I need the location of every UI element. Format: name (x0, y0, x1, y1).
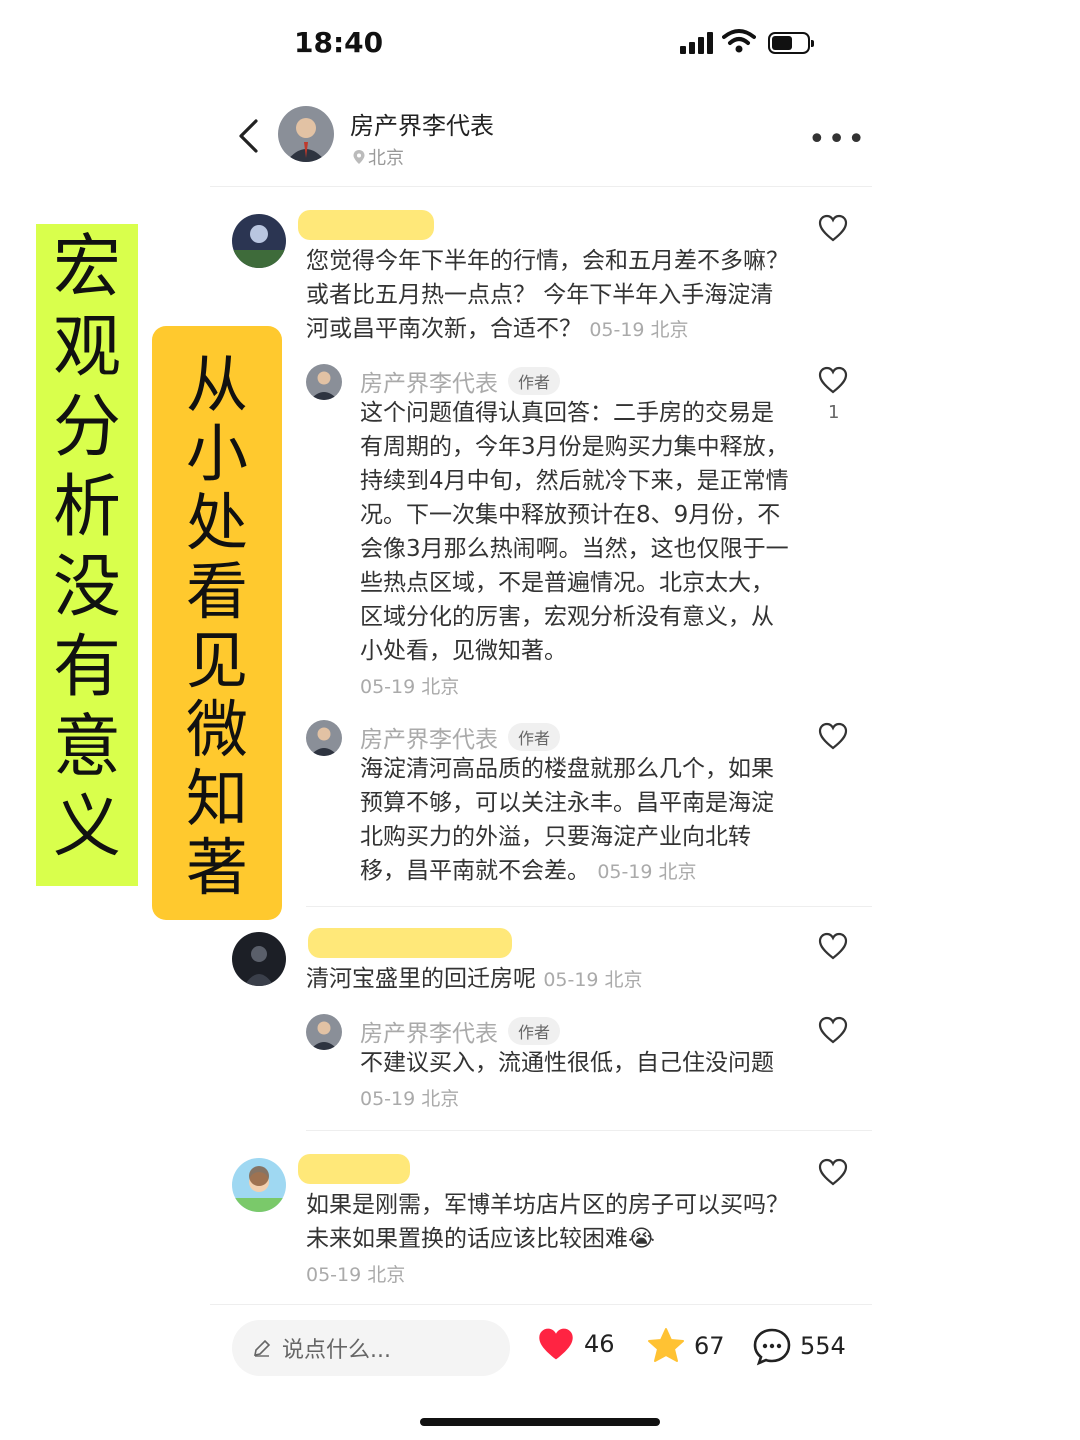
wifi-icon (722, 29, 756, 53)
reply-meta: 05-19 北京 (360, 1088, 460, 1110)
overlay-banner-orange: 从小处看见微知著 (152, 326, 282, 920)
banner-char: 意 (52, 708, 121, 787)
banner-char: 微 (185, 693, 248, 766)
pencil-icon (253, 1339, 271, 1357)
crying-emoji: 😭 (628, 1226, 655, 1252)
heart-filled-icon (539, 1328, 573, 1360)
reply-author-name[interactable]: 房产界李代表 (360, 1014, 498, 1048)
like-heart-icon[interactable] (818, 1016, 848, 1044)
chat-bubble-icon (753, 1328, 791, 1366)
divider (210, 1304, 872, 1305)
commenter-avatar[interactable] (232, 1158, 286, 1212)
reply-meta: 05-19 北京 (360, 676, 460, 698)
redacted-username (308, 928, 512, 958)
comment-text: 清河宝盛里的回迁房呢 05-19 北京 (306, 966, 643, 992)
battery-icon (768, 32, 814, 54)
like-heart-icon[interactable] (818, 722, 848, 750)
reply-author: 房产界李代表 作者 (360, 1014, 561, 1048)
comment-input[interactable]: 说点什么... (232, 1320, 510, 1376)
reply-author-avatar[interactable] (306, 1014, 342, 1050)
banner-char: 有 (52, 628, 121, 707)
divider (210, 186, 872, 187)
banner-char: 从 (185, 348, 248, 421)
favorite-button[interactable]: 67 (646, 1326, 725, 1366)
author-tag: 作者 (508, 367, 561, 395)
banner-char: 宏 (52, 228, 121, 307)
like-button[interactable]: 46 (536, 1326, 615, 1362)
favorite-count: 67 (694, 1332, 725, 1360)
home-indicator[interactable] (420, 1418, 660, 1426)
reply-author-name[interactable]: 房产界李代表 (360, 364, 498, 398)
back-button[interactable] (236, 118, 260, 154)
banner-char: 见 (185, 624, 248, 697)
author-name[interactable]: 房产界李代表 (350, 106, 494, 141)
comment-meta: 05-19 北京 (589, 319, 689, 341)
banner-green-text: 宏观分析没有意义 (36, 228, 138, 868)
comment-text: 您觉得今年下半年的行情，会和五月差不多嘛？或者比五月热一点点？ 今年下半年入手海… (306, 248, 789, 342)
reply-author-avatar[interactable] (306, 364, 342, 400)
author-avatar[interactable] (278, 106, 334, 162)
reply-text: 海淀清河高品质的楼盘就那么几个，如果预算不够，可以关注永丰。昌平南是海淀北购买力… (360, 756, 774, 884)
reply-text: 这个问题值得认真回答：二手房的交易是有周期的，今年3月份是购买力集中释放，持续到… (360, 400, 789, 664)
author-tag: 作者 (508, 723, 561, 751)
location-text: 北京 (368, 148, 404, 169)
signal-icon (680, 32, 714, 54)
author-tag: 作者 (508, 1017, 561, 1045)
author-location: 北京 (352, 144, 404, 170)
like-heart-icon[interactable] (818, 932, 848, 960)
reply-author-avatar[interactable] (306, 720, 342, 756)
comment-input-placeholder: 说点什么... (282, 1338, 391, 1363)
reply-meta: 05-19 北京 (597, 861, 697, 883)
comments-button[interactable]: 554 (752, 1326, 846, 1366)
banner-char: 析 (52, 468, 121, 547)
banner-char: 分 (52, 388, 121, 467)
banner-char: 看 (185, 555, 248, 628)
comment-meta: 05-19 北京 (306, 1264, 406, 1286)
banner-char: 没 (52, 548, 121, 627)
like-heart-icon[interactable] (818, 1158, 848, 1186)
redacted-username (298, 210, 434, 240)
banner-char: 义 (52, 788, 121, 867)
reply-author: 房产界李代表 作者 (360, 364, 561, 398)
banner-char: 小 (185, 417, 248, 490)
banner-char: 观 (52, 308, 121, 387)
reply-text: 不建议买入，流通性很低，自己住没问题 (360, 1050, 774, 1076)
commenter-avatar[interactable] (232, 214, 286, 268)
comment-count: 554 (800, 1332, 846, 1360)
comment-text: 如果是刚需，军博羊坊店片区的房子可以买吗？未来如果置换的话应该比较困难😭 (306, 1192, 789, 1252)
banner-char: 著 (185, 831, 248, 904)
divider (306, 1130, 872, 1131)
divider (306, 906, 872, 907)
banner-char: 知 (185, 762, 248, 835)
like-heart-icon[interactable] (818, 214, 848, 242)
commenter-avatar[interactable] (232, 932, 286, 986)
overlay-banner-green: 宏观分析没有意义 (36, 224, 138, 886)
like-heart-icon[interactable] (818, 366, 848, 394)
like-count: 46 (584, 1330, 615, 1358)
banner-char: 处 (185, 486, 248, 559)
star-icon (648, 1328, 684, 1362)
reply-author: 房产界李代表 作者 (360, 720, 561, 754)
banner-orange-text: 从小处看见微知著 (152, 350, 282, 902)
comment-meta: 05-19 北京 (543, 969, 643, 991)
reply-author-name[interactable]: 房产界李代表 (360, 720, 498, 754)
status-time: 18:40 (294, 26, 384, 59)
redacted-username (298, 1154, 410, 1184)
like-count: 1 (828, 402, 840, 423)
more-options-button[interactable]: ••• (808, 122, 867, 157)
location-pin-icon (353, 150, 365, 164)
